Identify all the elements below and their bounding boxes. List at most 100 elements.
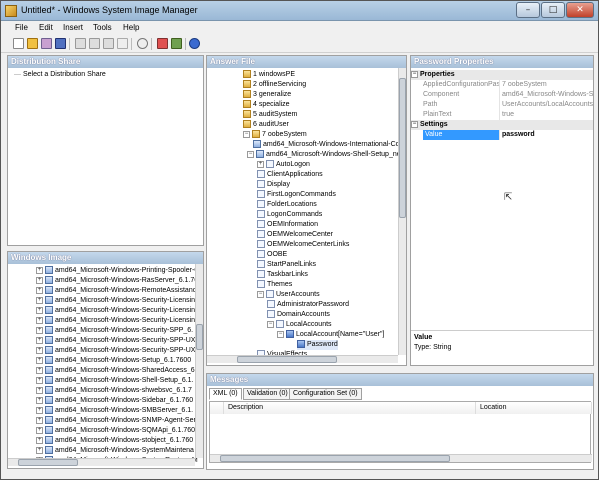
property-row[interactable]: AppliedConfigurationPas 7 oobeSystem <box>423 80 593 90</box>
setting-item[interactable]: Themes <box>257 280 292 290</box>
expand-icon[interactable]: + <box>36 306 43 314</box>
local-account-item[interactable]: − LocalAccount[Name="User"] <box>277 330 384 340</box>
close-file-icon[interactable] <box>41 38 52 49</box>
save-icon[interactable] <box>55 38 66 49</box>
delete-icon[interactable] <box>117 38 128 49</box>
collapse-icon[interactable]: − <box>243 130 250 138</box>
setting-item[interactable]: OEMWelcomeCenter <box>257 230 333 240</box>
windows-image-vscrollbar[interactable] <box>195 264 203 458</box>
image-component-item[interactable]: + amd64_Microsoft-Windows-Security-Licens… <box>36 296 195 306</box>
image-component-item[interactable]: + amd64_Microsoft-Windows-SNMP-Agent-Ser <box>36 416 196 426</box>
answer-component-item[interactable]: − amd64_Microsoft-Windows-Shell-Setup_neu <box>247 150 405 160</box>
expand-icon[interactable]: + <box>36 426 43 434</box>
answer-component-item[interactable]: amd64_Microsoft-Windows-International-Co <box>253 140 400 150</box>
cut-icon[interactable] <box>75 38 86 49</box>
image-component-item[interactable]: + amd64_Microsoft-Windows-RasServer_6.1.7… <box>36 276 198 286</box>
expand-icon[interactable]: + <box>36 436 43 444</box>
answer-file-hscrollbar[interactable] <box>207 355 398 363</box>
paste-icon[interactable] <box>103 38 114 49</box>
scroll-thumb[interactable] <box>220 455 450 462</box>
copy-icon[interactable] <box>89 38 100 49</box>
setting-item[interactable]: + AutoLogon <box>257 160 310 170</box>
column-header-location[interactable]: Location <box>476 402 592 414</box>
expand-icon[interactable]: + <box>257 160 264 168</box>
image-component-item[interactable]: + amd64_Microsoft-Windows-SQMApi_6.1.760 <box>36 426 195 436</box>
expand-icon[interactable]: + <box>36 346 43 354</box>
minimize-button[interactable]: – <box>516 2 540 18</box>
distribution-share-placeholder[interactable]: — Select a Distribution Share <box>14 70 106 80</box>
image-component-item[interactable]: + amd64_Microsoft-Windows-Security-SPP-UX <box>36 346 195 356</box>
category-settings[interactable]: − Settings <box>411 120 593 130</box>
config-pass-item[interactable]: 3 generalize <box>243 90 291 100</box>
setting-item[interactable]: FirstLogonCommands <box>257 190 336 200</box>
column-header-icon[interactable] <box>210 402 224 414</box>
setting-item[interactable]: DomainAccounts <box>267 310 330 320</box>
expand-icon[interactable]: + <box>36 396 43 404</box>
setting-item[interactable]: OOBE <box>257 250 287 260</box>
setting-item[interactable]: FolderLocations <box>257 200 317 210</box>
validate-icon[interactable] <box>157 38 168 49</box>
expand-icon[interactable]: + <box>36 416 43 424</box>
expand-icon[interactable]: + <box>36 376 43 384</box>
messages-hscrollbar[interactable] <box>210 454 592 462</box>
config-pass-item[interactable]: 4 specialize <box>243 100 290 110</box>
menu-insert[interactable]: Insert <box>63 23 83 32</box>
image-component-item[interactable]: + amd64_Microsoft-Windows-Shell-Setup_6.1… <box>36 376 194 386</box>
image-component-item[interactable]: + amd64_Microsoft-Windows-SharedAccess_6 <box>36 366 195 376</box>
setting-item[interactable]: TaskbarLinks <box>257 270 308 280</box>
expand-icon[interactable]: + <box>36 336 43 344</box>
collapse-icon[interactable]: − <box>277 330 284 338</box>
tab-configuration-set[interactable]: Configuration Set (0) <box>289 388 362 400</box>
property-row[interactable]: PlainText true <box>423 110 593 120</box>
scroll-thumb[interactable] <box>237 356 337 363</box>
expand-icon[interactable]: + <box>36 266 43 274</box>
expand-icon[interactable]: + <box>36 356 43 364</box>
password-item[interactable]: Password <box>297 340 338 350</box>
scroll-thumb[interactable] <box>196 324 203 350</box>
config-pass-item[interactable]: 1 windowsPE <box>243 70 295 80</box>
menu-tools[interactable]: Tools <box>93 23 112 32</box>
image-component-item[interactable]: + amd64_Microsoft-Windows-SystemMaintena <box>36 446 194 456</box>
image-component-item[interactable]: + amd64_Microsoft-Windows-RemoteAssistanc <box>36 286 196 296</box>
collapse-icon[interactable]: − <box>411 120 418 128</box>
setting-item[interactable]: LogonCommands <box>257 210 322 220</box>
setting-item[interactable]: AdministratorPassword <box>267 300 349 310</box>
search-icon[interactable] <box>137 38 148 49</box>
collapse-icon[interactable]: − <box>247 150 254 158</box>
setting-value-input[interactable]: password <box>499 130 593 140</box>
config-pass-item[interactable]: − 7 oobeSystem <box>243 130 307 140</box>
tab-validation[interactable]: Validation (0) <box>243 388 292 400</box>
collapse-icon[interactable]: − <box>267 320 274 328</box>
image-component-item[interactable]: + amd64_Microsoft-Windows-Security-SPP_6. <box>36 326 193 336</box>
image-component-item[interactable]: + amd64_Microsoft-Windows-SMBServer_6.1. <box>36 406 193 416</box>
scroll-thumb[interactable] <box>18 459 78 466</box>
setting-item[interactable]: Display <box>257 180 290 190</box>
create-config-set-icon[interactable] <box>171 38 182 49</box>
expand-icon[interactable]: + <box>36 316 43 324</box>
tab-xml[interactable]: XML (0) <box>209 388 242 400</box>
collapse-icon[interactable]: − <box>257 290 264 298</box>
expand-icon[interactable]: + <box>36 366 43 374</box>
setting-row-value[interactable]: Value password <box>423 130 593 140</box>
answer-file-vscrollbar[interactable] <box>398 68 406 355</box>
windows-image-hscrollbar[interactable] <box>8 458 195 466</box>
image-component-item[interactable]: + amd64_Microsoft-Windows-Security-Licens… <box>36 316 195 326</box>
image-component-item[interactable]: + amd64_Microsoft-Windows-stobject_6.1.76… <box>36 436 193 446</box>
menu-edit[interactable]: Edit <box>39 23 53 32</box>
category-properties[interactable]: − Properties <box>411 70 593 80</box>
expand-icon[interactable]: + <box>36 276 43 284</box>
expand-icon[interactable]: + <box>36 386 43 394</box>
setting-item[interactable]: OEMInformation <box>257 220 318 230</box>
column-header-description[interactable]: Description <box>224 402 476 414</box>
image-component-item[interactable]: + amd64_Microsoft-Windows-Setup_6.1.7600 <box>36 356 191 366</box>
config-pass-item[interactable]: 6 auditUser <box>243 120 289 130</box>
image-component-item[interactable]: + amd64_Microsoft-Windows-Security-Licens… <box>36 306 195 316</box>
image-component-item[interactable]: + amd64_Microsoft-Windows-Security-SPP-UX <box>36 336 195 346</box>
open-icon[interactable] <box>27 38 38 49</box>
config-pass-item[interactable]: 2 offlineServicing <box>243 80 306 90</box>
scroll-thumb[interactable] <box>399 78 406 218</box>
setting-item[interactable]: − UserAccounts <box>257 290 320 300</box>
setting-item[interactable]: − LocalAccounts <box>267 320 332 330</box>
property-row[interactable]: Component amd64_Microsoft-Windows-Shell-… <box>423 90 593 100</box>
collapse-icon[interactable]: − <box>411 70 418 78</box>
